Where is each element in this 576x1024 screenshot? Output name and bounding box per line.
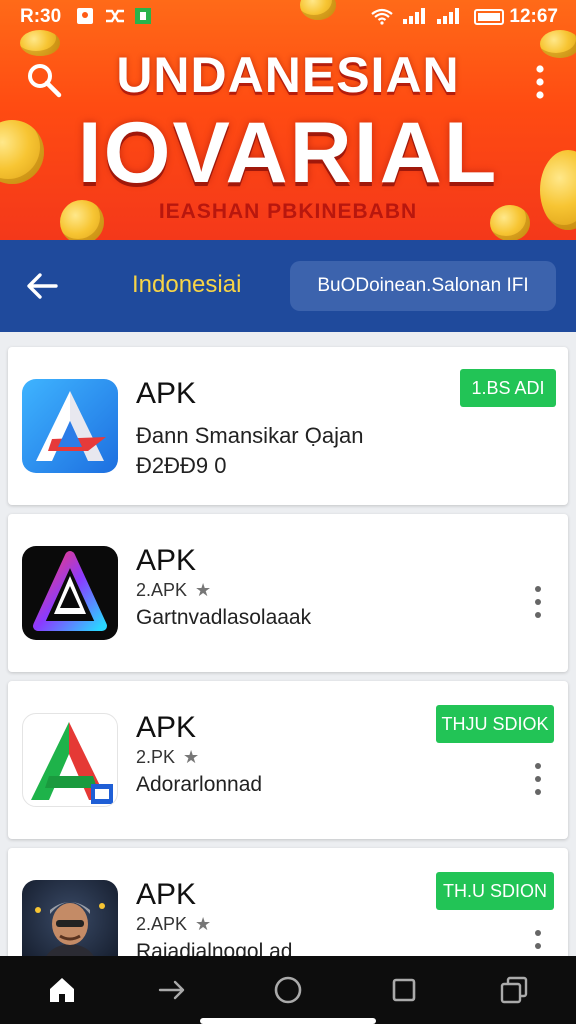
gesture-home-indicator[interactable] xyxy=(200,1018,376,1024)
a-green-red-logo-icon xyxy=(22,713,118,807)
app-rating: 2.PK ★ xyxy=(136,747,199,768)
install-button[interactable]: TH.U SDION xyxy=(436,872,554,910)
app-name: APK xyxy=(136,711,197,744)
home-circle-icon[interactable] xyxy=(272,974,304,1006)
install-button[interactable]: THJU SDIOK xyxy=(436,705,554,743)
app-description: Adorarlonnad xyxy=(136,773,263,796)
app-rating: 2.APK ★ xyxy=(136,914,211,935)
status-time-left: R:30 xyxy=(20,6,62,27)
a-rainbow-dark-logo-icon xyxy=(22,546,118,640)
split-screen-icon[interactable] xyxy=(498,974,530,1006)
star-icon: ★ xyxy=(183,747,200,767)
system-navigation-bar xyxy=(0,956,576,1024)
nav-bar: Indonesiai BuODoinean.Salonan IFI xyxy=(0,240,576,332)
app-name: APK xyxy=(136,878,197,911)
install-button[interactable]: 1.BS ADI xyxy=(460,369,556,407)
app-name: APK xyxy=(136,544,197,577)
signal-icon xyxy=(403,8,425,24)
star-icon: ★ xyxy=(195,914,212,934)
banner-title: IOVARIAL xyxy=(77,105,499,201)
region-selector-field[interactable]: BuODoinean.Salonan IFI xyxy=(290,261,556,311)
location-icon xyxy=(77,8,93,24)
app-list-item[interactable]: APK 2.PK ★ Adorarlonnad THJU SDIOK xyxy=(8,681,568,839)
app-version: Đ2ĐĐ9 0 xyxy=(136,453,227,478)
app-rating-value: 2.PK xyxy=(136,747,176,767)
home-icon[interactable] xyxy=(46,974,78,1006)
forward-arrow-icon[interactable] xyxy=(156,974,188,1006)
app-rating: 2.APK ★ xyxy=(136,580,211,601)
status-time-right: 12:67 xyxy=(509,6,558,27)
banner-tagline: IEASHAN PBKINEBABN xyxy=(158,200,418,223)
app-rating-value: 2.APK xyxy=(136,914,188,934)
app-name: APK xyxy=(136,377,197,410)
app-description: Gartnvadlasolaaak xyxy=(136,606,312,629)
wifi-icon xyxy=(371,8,393,25)
nav-title: Indonesiai xyxy=(132,271,242,298)
shuffle-icon xyxy=(106,9,124,23)
star-icon: ★ xyxy=(195,580,212,600)
status-bar: R:30 12:67 xyxy=(0,0,576,34)
battery-icon xyxy=(474,9,504,25)
promo-banner[interactable]: R:30 12:67 UNDANESIAN IOVARIAL IEASHAN P… xyxy=(0,0,576,240)
app-notification-icon xyxy=(135,8,151,24)
more-vertical-icon[interactable] xyxy=(528,761,548,797)
app-list-item[interactable]: APK Đann Smansikar Ọajan Đ2ĐĐ9 0 1.BS AD… xyxy=(8,347,568,505)
app-rating-value: 2.APK xyxy=(136,580,188,600)
signal-icon-2 xyxy=(437,8,459,24)
banner-headline: UNDANESIAN xyxy=(116,47,460,103)
app-list-item[interactable]: APK 2.APK ★ Gartnvadlasolaaak xyxy=(8,514,568,672)
a-blue-red-logo-icon xyxy=(22,379,118,473)
recents-square-icon[interactable] xyxy=(388,974,420,1006)
app-description: Đann Smansikar Ọajan xyxy=(136,423,364,448)
more-vertical-icon[interactable] xyxy=(528,584,548,620)
back-arrow-icon[interactable] xyxy=(22,266,62,306)
